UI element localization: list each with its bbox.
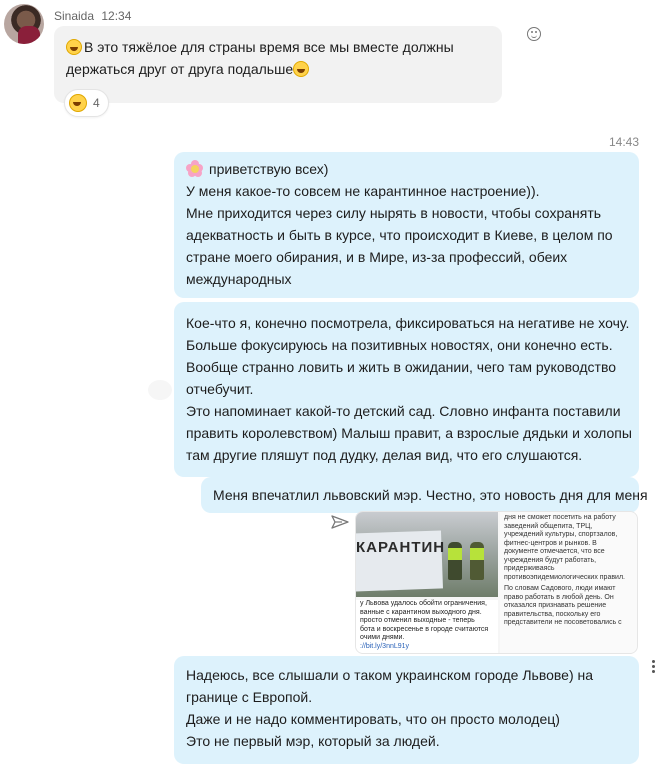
outgoing-message[interactable]: Меня впечатлил львовский мэр. Честно, эт… — [201, 477, 648, 513]
message-line: Меня впечатлил львовский мэр. Честно, эт… — [213, 487, 648, 503]
caption-line: бота и воскресенье в городе считаются — [360, 625, 489, 633]
article-line: противоэпидемиологических правил. — [504, 573, 625, 581]
message-header: Sinaida 12:34 — [54, 9, 131, 23]
forward-arrow-icon[interactable] — [331, 514, 349, 530]
reaction-count: 4 — [93, 96, 100, 110]
incoming-message[interactable]: В это тяжёлое для страны время все мы вм… — [54, 26, 502, 103]
message-line: править королевством) Малыш правит, а вз… — [186, 425, 632, 441]
message-line: стране моего обирания, и в Мире, из-за п… — [186, 249, 568, 265]
outgoing-time: 14:43 — [608, 135, 639, 149]
message-line: отчебучит. — [186, 381, 254, 397]
news-photo: КАРАНТИН — [356, 512, 498, 597]
photo-sign-text: КАРАНТИН — [356, 539, 446, 556]
outgoing-message[interactable]: Надеюсь, все слышали о таком украинском … — [174, 656, 639, 764]
message-time: 12:34 — [101, 9, 132, 23]
message-line: У меня какое-то совсем не карантинное на… — [186, 183, 540, 199]
message-line: Даже и не надо комментировать, что он пр… — [186, 711, 560, 727]
incoming-text-line: В это тяжёлое для страны время все мы вм… — [84, 39, 454, 55]
article-line: По словам Садового, люди имают — [504, 585, 616, 592]
article-line: правительства, поскольку его — [504, 610, 601, 618]
laughing-emoji-icon — [293, 61, 310, 77]
caption-line: просто отменил выходные - теперь — [360, 617, 475, 624]
article-line: заведений общепита, ТРЦ, — [504, 522, 593, 530]
article-line: учреждений культуры, спортзалов, — [504, 531, 618, 538]
shared-image-preview[interactable]: КАРАНТИН у Львова удалось обойти огранич… — [355, 511, 638, 654]
message-line: Это напоминает какой-то детский сад. Сло… — [186, 403, 621, 419]
sender-avatar[interactable] — [4, 4, 44, 44]
message-line: Вообще странно ловить и жить в ожидании,… — [186, 359, 617, 375]
message-line: Это не первый мэр, который за людей. — [186, 733, 440, 749]
sender-name[interactable]: Sinaida — [54, 9, 94, 23]
message-line: Надеюсь, все слышали о таком украинском … — [186, 667, 594, 683]
article-line: учреждения будут работать, — [504, 556, 597, 564]
article-line: отказался признавать решение — [504, 602, 607, 609]
message-line: приветствую всех) — [209, 161, 329, 177]
caption-line: очими днями. — [360, 634, 405, 641]
article-line: представители не посоветовались с — [504, 619, 622, 626]
message-line: там другие пляшут под дудку, делая вид, … — [186, 447, 583, 463]
laughing-emoji-icon — [69, 94, 87, 112]
message-line: Больше фокусируюсь на позитивных новостя… — [186, 337, 613, 353]
caption-link[interactable]: ://bit.ly/3nnL91y — [360, 643, 494, 652]
caption-line: ванные с карантином выходного дня. — [360, 608, 482, 616]
message-line: Мне приходится через силу нырять в новос… — [186, 205, 602, 221]
article-line: дня не сможет посетить на работу — [504, 514, 616, 521]
laughing-emoji-icon — [66, 39, 82, 55]
outgoing-message[interactable]: приветствую всех) У меня какое-то совсем… — [174, 152, 639, 298]
faint-reaction-icon[interactable] — [148, 380, 172, 400]
article-line: документе отмечается, что все — [504, 548, 605, 555]
outgoing-message[interactable]: Кое-что я, конечно посмотрела, фиксирова… — [174, 302, 639, 477]
preview-caption: у Львова удалось обойти ограничения, ван… — [356, 600, 498, 653]
article-line: право работать в любой день. Он — [504, 593, 614, 601]
flower-emoji-icon — [186, 160, 203, 177]
message-line: границе с Европой. — [186, 689, 313, 705]
preview-article-text: дня не сможет посетить на работу заведен… — [500, 512, 637, 653]
add-reaction-icon[interactable] — [527, 27, 541, 41]
message-line: международных — [186, 271, 292, 287]
message-line: адекватность и быть в курсе, что происхо… — [186, 227, 613, 243]
article-line: фитнес-центров и рынков. В — [504, 539, 597, 547]
article-line: придерживаясь — [504, 565, 555, 572]
incoming-text-line: держаться друг от друга подальше — [66, 61, 294, 77]
caption-line: у Львова удалось обойти ограничения, — [360, 600, 487, 607]
vertical-dots-icon[interactable] — [652, 660, 656, 674]
message-line: Кое-что я, конечно посмотрела, фиксирова… — [186, 315, 630, 331]
reaction-badge[interactable]: 4 — [64, 89, 109, 117]
